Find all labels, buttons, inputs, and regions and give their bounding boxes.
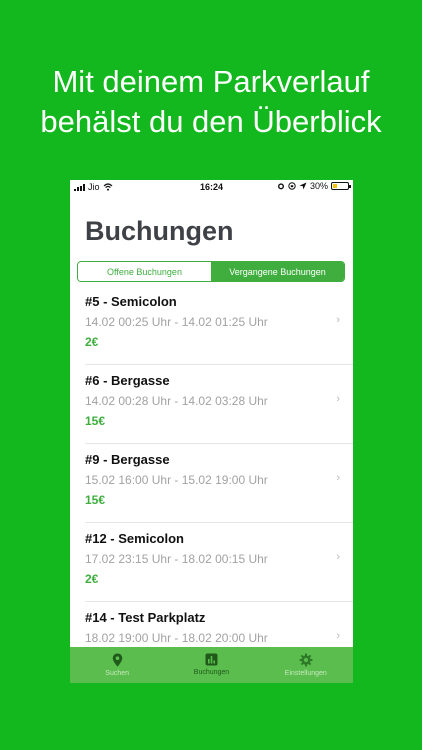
tab-past-bookings[interactable]: Vergangene Buchungen — [211, 262, 344, 281]
orientation-lock-icon — [288, 182, 296, 190]
map-pin-icon — [112, 653, 122, 667]
chevron-right-icon: › — [336, 630, 340, 642]
booking-time: 17.02 23:15 Uhr - 18.02 00:15 Uhr — [85, 552, 268, 566]
promo-headline-line1: Mit deinem Parkverlauf — [52, 64, 370, 99]
booking-name: #9 - Bergasse — [85, 452, 170, 467]
chevron-right-icon: › — [336, 472, 340, 484]
promo-headline-line2: behälst du den Überblick — [40, 104, 382, 139]
nav-tab-bookings[interactable]: Buchungen — [164, 647, 258, 683]
nav-label-search: Suchen — [105, 670, 130, 677]
chevron-right-icon: › — [336, 314, 340, 326]
nav-label-bookings: Buchungen — [193, 669, 230, 676]
nav-label-settings: Einstellungen — [284, 670, 327, 677]
booking-name: #14 - Test Parkplatz — [85, 610, 206, 625]
booking-row[interactable]: #5 - Semicolon 14.02 00:25 Uhr - 14.02 0… — [85, 286, 353, 365]
booking-time: 14.02 00:25 Uhr - 14.02 01:25 Uhr — [85, 315, 268, 329]
bookings-list: #5 - Semicolon 14.02 00:25 Uhr - 14.02 0… — [70, 286, 353, 681]
page-title: Buchungen — [85, 216, 234, 246]
battery-icon — [331, 182, 351, 190]
booking-price: 15€ — [85, 414, 106, 428]
chevron-right-icon: › — [336, 393, 340, 405]
gear-icon — [299, 653, 313, 667]
booking-row[interactable]: #6 - Bergasse 14.02 00:28 Uhr - 14.02 03… — [85, 365, 353, 444]
phone-screen: Jio 16:24 30% Buchungen Offene Buchungen… — [70, 180, 353, 683]
alarm-icon — [277, 183, 284, 190]
battery-percentage: 30% — [309, 181, 328, 191]
booking-name: #5 - Semicolon — [85, 294, 177, 309]
booking-price: 15€ — [85, 493, 106, 507]
booking-price: 2€ — [85, 335, 99, 349]
booking-row[interactable]: #12 - Semicolon 17.02 23:15 Uhr - 18.02 … — [85, 523, 353, 602]
bar-chart-icon — [205, 653, 218, 666]
nav-tab-search[interactable]: Suchen — [70, 647, 164, 683]
promo-headline: Mit deinem Parkverlauf behälst du den Üb… — [0, 62, 422, 142]
booking-name: #6 - Bergasse — [85, 373, 170, 388]
booking-price: 2€ — [85, 572, 99, 586]
booking-name: #12 - Semicolon — [85, 531, 184, 546]
status-bar: Jio 16:24 30% — [70, 180, 353, 193]
booking-time: 18.02 19:00 Uhr - 18.02 20:00 Uhr — [85, 631, 268, 645]
bottom-tab-bar: Suchen Buchungen Einstellungen — [70, 647, 353, 683]
location-arrow-icon — [299, 182, 307, 190]
nav-tab-settings[interactable]: Einstellungen — [259, 647, 353, 683]
chevron-right-icon: › — [336, 551, 340, 563]
booking-time: 14.02 00:28 Uhr - 14.02 03:28 Uhr — [85, 394, 268, 408]
booking-row[interactable]: #9 - Bergasse 15.02 16:00 Uhr - 15.02 19… — [85, 444, 353, 523]
bookings-segmented-control: Offene Buchungen Vergangene Buchungen — [77, 261, 345, 282]
booking-time: 15.02 16:00 Uhr - 15.02 19:00 Uhr — [85, 473, 268, 487]
tab-open-bookings[interactable]: Offene Buchungen — [78, 262, 211, 281]
